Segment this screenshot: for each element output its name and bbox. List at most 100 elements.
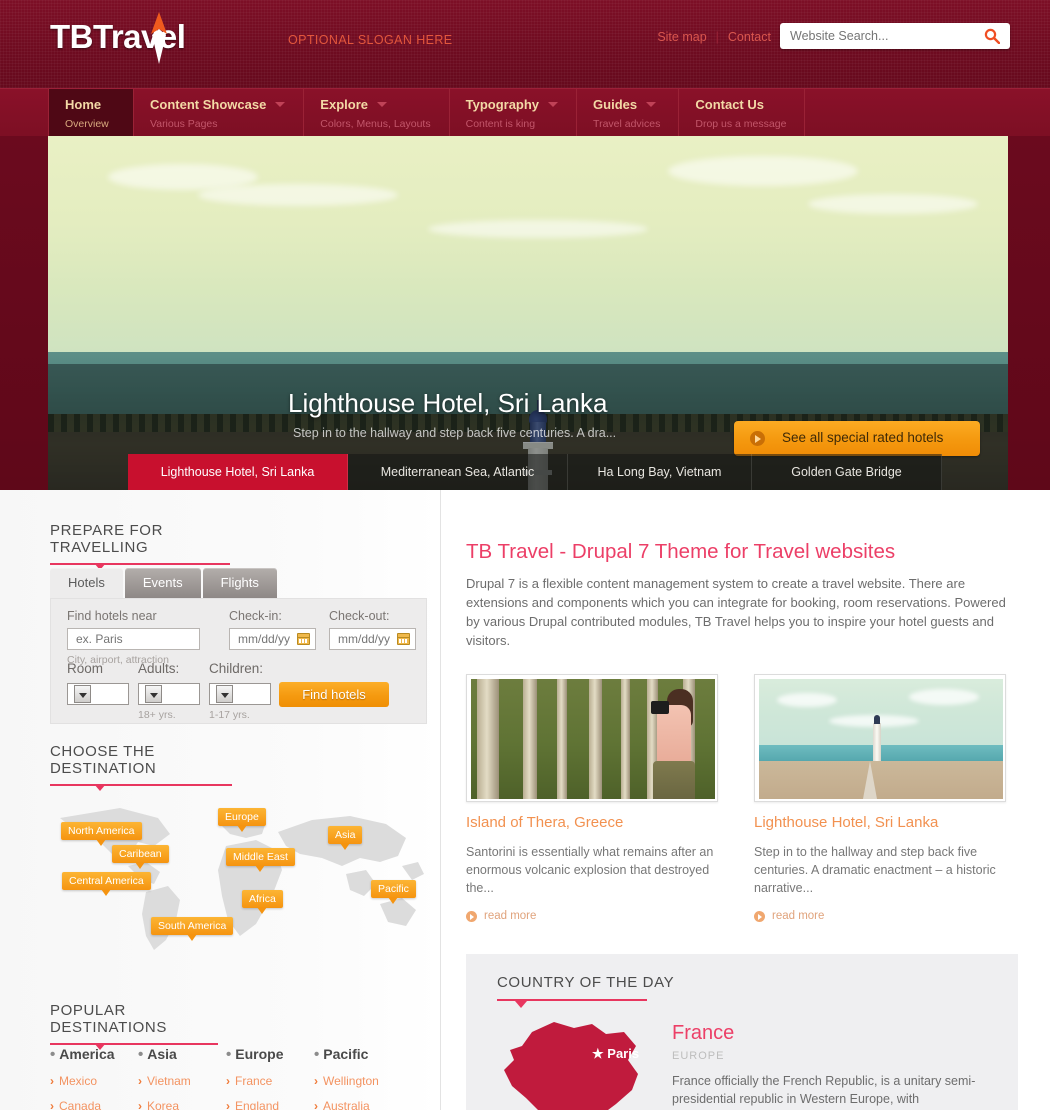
article-card[interactable]: Lighthouse Hotel, Sri Lanka Step in to t… [754,674,1018,922]
children-select[interactable]: 1 [209,683,271,705]
destination-link[interactable]: Australia [314,1099,402,1110]
read-more-link[interactable]: read more [466,910,730,922]
nav-subtitle: Content is king [465,118,536,130]
capital-label: ★ Paris [592,1046,640,1061]
popular-heading: POPULAR DESTINATIONS [50,1002,167,1036]
search-input[interactable] [790,23,975,49]
popular-heading-block: POPULAR DESTINATIONS [50,1002,218,1045]
prepare-heading-block: PREPARE FOR TRAVELLING [50,522,230,565]
hero-sky [48,136,1008,352]
map-pin-africa[interactable]: Africa [242,890,283,914]
country-of-the-day-heading: COUNTRY OF THE DAY [497,974,675,991]
destination-link[interactable]: France [226,1074,314,1088]
sitemap-link[interactable]: Site map [648,30,715,44]
map-pin-asia[interactable]: Asia [328,826,363,850]
find-hotels-button[interactable]: Find hotels [279,682,389,707]
contact-link[interactable]: Contact [719,30,780,44]
search-icon[interactable] [984,28,1000,44]
calendar-icon[interactable] [297,633,310,645]
slider-tab-1[interactable]: Mediterranean Sea, Atlantic [348,454,568,490]
cloud [668,156,858,186]
article-cards: Island of Thera, Greece Santorini is ess… [466,674,1018,922]
nav-item-contact-us[interactable]: Contact Us Drop us a message [679,89,806,137]
tab-events[interactable]: Events [124,568,201,598]
destination-input[interactable] [67,628,200,650]
room-select[interactable]: 1 [67,683,129,705]
slider-tab-0[interactable]: Lighthouse Hotel, Sri Lanka [128,454,348,490]
world-map[interactable]: North America Caribean Central America S… [50,800,430,965]
nav-title: Guides [593,97,638,112]
hotel-search-form: Find hotels near City, airport, attracti… [50,598,427,724]
article-excerpt: Santorini is essentially what remains af… [466,845,714,895]
adults-hint: 18+ yrs. [138,709,176,721]
nav-items: Home Overview Content Showcase Various P… [48,89,806,137]
main-navigation: Home Overview Content Showcase Various P… [0,88,1050,137]
nav-item-explore[interactable]: Explore Colors, Menus, Layouts [304,89,450,137]
chevron-down-icon[interactable] [74,685,91,703]
destination-heading: CHOOSE THE DESTINATION [50,743,157,777]
nav-title: Contact Us [695,97,764,112]
nav-title: Content Showcase [150,97,267,112]
chevron-down-icon[interactable] [145,685,162,703]
nav-subtitle: Overview [65,118,109,130]
hero-title: Lighthouse Hotel, Sri Lanka [288,388,608,418]
france-map: ★ Paris [496,1016,656,1110]
adults-label: Adults: [138,661,180,676]
nav-subtitle: Drop us a message [695,118,787,130]
find-hotels-near-label: Find hotels near [67,609,157,623]
circle-arrow-icon [750,431,765,446]
chevron-down-icon[interactable] [216,685,233,703]
map-pin-central-america[interactable]: Central America [62,872,151,896]
destination-link[interactable]: Vietnam [138,1074,226,1088]
article-image [466,674,718,802]
nav-subtitle: Various Pages [150,118,218,130]
nav-title: Home [65,97,102,112]
article-title[interactable]: Lighthouse Hotel, Sri Lanka [754,814,1018,831]
destination-column: America Mexico Canada [50,1046,138,1110]
nav-item-typography[interactable]: Typography Content is king [450,89,578,137]
tab-flights[interactable]: Flights [202,568,277,598]
map-pin-middle-east[interactable]: Middle East [226,848,295,872]
column-title: America [50,1046,138,1063]
adults-select[interactable]: 1 [138,683,200,705]
destination-link[interactable]: England [226,1099,314,1110]
country-description: France officially the French Republic, i… [672,1074,976,1106]
lighthouse-photo [759,679,1003,799]
heading-rule [50,563,230,565]
article-title[interactable]: Island of Thera, Greece [466,814,730,831]
main-column: TB Travel - Drupal 7 Theme for Travel we… [442,490,1050,1110]
search-box[interactable] [780,23,1010,49]
map-pin-pacific[interactable]: Pacific [371,880,416,904]
intro-text: Drupal 7 is a flexible content managemen… [466,576,1006,648]
map-pin-europe[interactable]: Europe [218,808,266,832]
slider-tab-3[interactable]: Golden Gate Bridge [752,454,942,490]
slider-tab-2[interactable]: Ha Long Bay, Vietnam [568,454,752,490]
article-card[interactable]: Island of Thera, Greece Santorini is ess… [466,674,730,922]
map-pin-caribean[interactable]: Caribean [112,845,169,869]
map-pin-north-america[interactable]: North America [61,822,142,846]
column-title: Europe [226,1046,314,1063]
column-title: Asia [138,1046,226,1063]
destination-link[interactable]: Wellington [314,1074,402,1088]
nav-title: Explore [320,97,368,112]
country-name[interactable]: France [672,1022,734,1045]
chevron-down-icon [376,102,387,108]
hero-description: Step in to the hallway and step back fiv… [293,426,617,440]
tab-hotels[interactable]: Hotels [50,568,123,598]
destination-link[interactable]: Canada [50,1099,138,1110]
map-pin-south-america[interactable]: South America [151,917,234,941]
read-more-link[interactable]: read more [754,910,1018,922]
chevron-down-icon [275,102,286,108]
nav-subtitle: Colors, Menus, Layouts [320,118,431,130]
destination-link[interactable]: Mexico [50,1074,138,1088]
nav-item-home[interactable]: Home Overview [48,89,134,137]
logo[interactable]: TBTravel [50,12,186,64]
checkin-label: Check-in: [229,609,282,623]
see-all-hotels-button[interactable]: See all special rated hotels [734,421,980,456]
heading-rule [497,999,647,1008]
nav-item-content-showcase[interactable]: Content Showcase Various Pages [134,89,305,137]
logo-tb: TB [50,18,94,55]
calendar-icon[interactable] [397,633,410,645]
destination-link[interactable]: Korea [138,1099,226,1110]
nav-item-guides[interactable]: Guides Travel advices [577,89,680,137]
